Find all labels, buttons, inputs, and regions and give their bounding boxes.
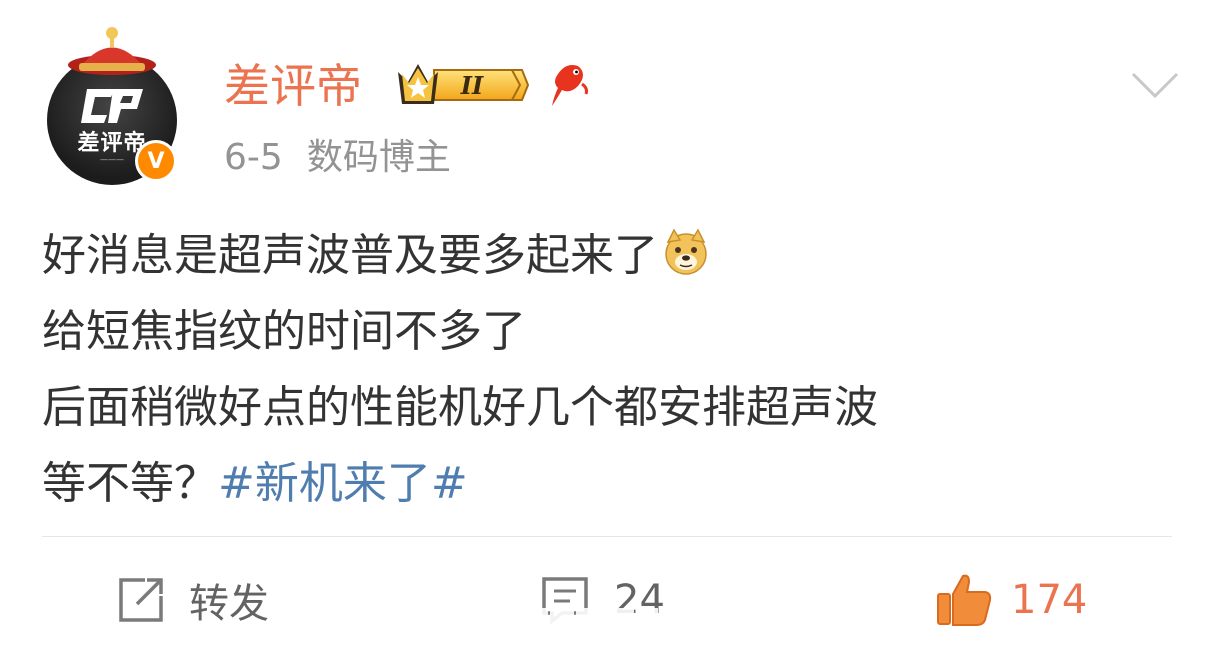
like-count: 174 xyxy=(1011,577,1088,623)
like-icon xyxy=(937,574,992,626)
weibo-post-card: 差评帝 ——— V 差评帝 II 6-5数码博主 好消息是超声波普及要多起来了 xyxy=(0,0,1215,655)
divider xyxy=(42,536,1172,537)
repost-label: 转发 xyxy=(189,581,269,627)
level-badge-text: II xyxy=(460,71,484,100)
post-meta: 6-5 数码博主 xyxy=(224,136,451,180)
post-date: 6-5 xyxy=(224,137,283,178)
verified-badge-icon: V xyxy=(135,140,177,182)
doge-emoji-icon xyxy=(665,228,707,275)
hat-icon xyxy=(68,27,156,75)
content-line-text: 等不等？ xyxy=(42,458,218,509)
author-tag: 数码博主 xyxy=(306,137,451,178)
chevron-down-icon[interactable] xyxy=(1130,70,1180,100)
content-line-text: 好消息是超声波普及要多起来了 xyxy=(42,230,658,281)
cp-logo-icon xyxy=(81,89,143,123)
content-line: 给短焦指纹的时间不多了 xyxy=(42,306,526,357)
watermark xyxy=(520,604,690,638)
repost-icon xyxy=(119,578,163,622)
username[interactable]: 差评帝 xyxy=(224,56,362,116)
content-line: 后面稍微好点的性能机好几个都安排超声波 xyxy=(42,382,878,433)
crown-badge-icon[interactable]: II xyxy=(394,58,529,112)
content-line: 好消息是超声波普及要多起来了 xyxy=(42,218,1182,294)
repost-button[interactable]: 转发 xyxy=(115,570,269,630)
post-content: 好消息是超声波普及要多起来了 给短焦指纹的时间不多了 后面稍微好点的性能机好几个… xyxy=(42,218,1182,522)
fish-icon xyxy=(552,65,588,106)
like-button[interactable]: 174 xyxy=(935,570,1087,630)
topic-link[interactable]: #新机来了# xyxy=(218,458,468,509)
content-line: 等不等？#新机来了# xyxy=(42,446,1182,522)
